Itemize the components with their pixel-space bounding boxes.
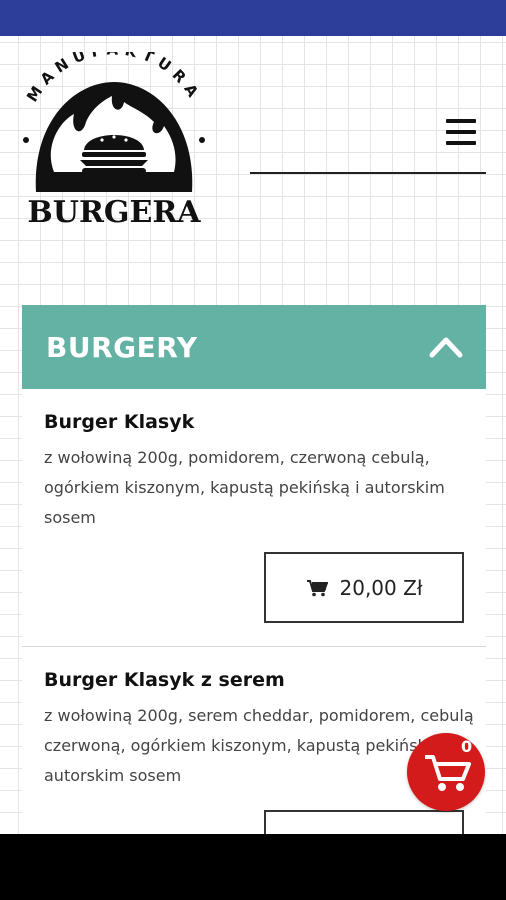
logo-emblem: MANUFAKTURA BURGERA (23, 41, 205, 230)
add-to-cart-button[interactable] (264, 810, 464, 834)
logo-bottom-text: BURGERA (27, 195, 201, 230)
cart-count-badge: 0 (461, 737, 473, 756)
chevron-up-icon[interactable] (428, 331, 464, 361)
header-divider (250, 172, 486, 174)
category-title: BURGERY (46, 331, 198, 364)
floating-cart-button[interactable]: 0 (407, 733, 485, 811)
shopping-cart-icon (425, 755, 471, 791)
item-price: 20,00 Zł (339, 575, 423, 600)
status-bar (0, 0, 506, 36)
cart-icon (306, 579, 328, 596)
category-header-burgery[interactable]: BURGERY (22, 305, 486, 389)
brand-logo[interactable]: MANUFAKTURA BURGERA (14, 41, 214, 232)
item-name: Burger Klasyk z serem (44, 669, 285, 691)
item-name: Burger Klasyk (44, 411, 195, 433)
add-to-cart-button[interactable]: 20,00 Zł (264, 552, 464, 623)
hamburger-menu-icon[interactable] (442, 116, 480, 150)
system-navigation-bar (0, 834, 506, 900)
item-description: z wołowiną 200g, pomidorem, czerwoną ceb… (44, 448, 445, 527)
menu-item: Burger Klasyk z wołowiną 200g, pomidorem… (22, 389, 486, 647)
